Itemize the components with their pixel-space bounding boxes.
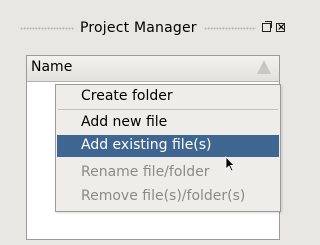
menu-item-label: Add new file [81, 114, 168, 130]
menu-item-label: Remove file(s)/folder(s) [81, 188, 246, 204]
drag-grip-left[interactable] [20, 27, 74, 30]
panel-title: Project Manager [80, 20, 197, 36]
menu-item-rename: Rename file/folder [57, 162, 279, 184]
menu-item-label: Create folder [81, 88, 173, 104]
context-menu: Create folder Add new file Add existing … [55, 84, 281, 212]
dock-title-bar[interactable]: Project Manager × [0, 17, 290, 43]
menu-separator [58, 109, 278, 110]
float-window-icon[interactable] [262, 21, 272, 32]
menu-item-remove: Remove file(s)/folder(s) [57, 186, 279, 208]
close-icon[interactable]: × [276, 23, 285, 33]
drag-grip-right[interactable] [204, 27, 256, 30]
name-column-header[interactable]: Name [27, 56, 279, 82]
menu-item-create-folder[interactable]: Create folder [57, 86, 279, 108]
menu-item-add-new-file[interactable]: Add new file [57, 112, 279, 134]
column-header-label: Name [31, 59, 73, 75]
menu-item-add-existing-files[interactable]: Add existing file(s) [57, 135, 279, 157]
mouse-pointer-icon [225, 156, 235, 172]
sort-ascending-icon [257, 60, 271, 74]
menu-item-label: Add existing file(s) [81, 137, 212, 153]
menu-item-label: Rename file/folder [81, 164, 210, 180]
